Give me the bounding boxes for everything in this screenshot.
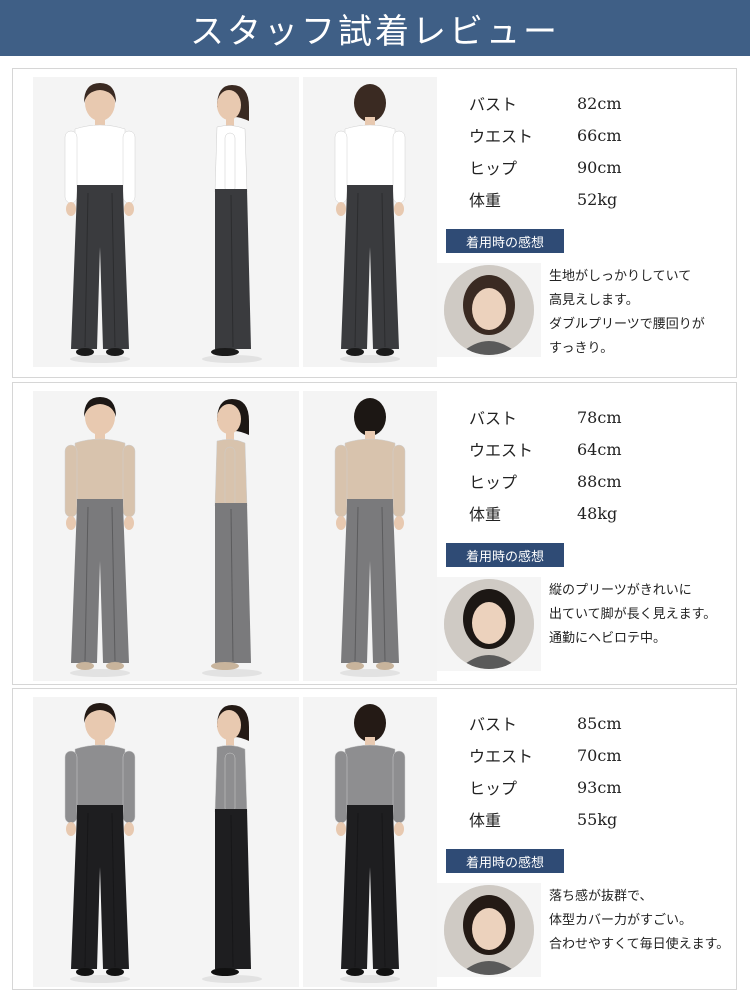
comment-line: 合わせやすくて毎日使えます。 bbox=[549, 937, 730, 952]
model-photo-side bbox=[165, 697, 299, 987]
review-card: バスト 85cm ウエスト 70cm ヒップ 93cm 体重 55kg 着用時の感想落ち感が抜群… bbox=[12, 688, 737, 990]
measurement-value: 70cm bbox=[577, 745, 622, 765]
measurement-label: ウエスト bbox=[469, 441, 534, 460]
avatar-frame bbox=[437, 263, 541, 357]
review-comment: 生地がしっかりしていて 高見えします。ダブルプリーツで腰回りが すっきり。 bbox=[549, 265, 734, 361]
comment-line: 縦のプリーツがきれいに bbox=[549, 583, 692, 598]
impression-badge: 着用時の感想 bbox=[446, 849, 564, 873]
measurement-value: 93cm bbox=[577, 777, 622, 797]
measurement-row: ウエスト 66cm bbox=[469, 119, 622, 151]
review-card: バスト 82cm ウエスト 66cm ヒップ 90cm 体重 52kg 着用時の感想生地がしっか… bbox=[12, 68, 737, 378]
measurement-row: 体重 55kg bbox=[469, 803, 622, 835]
model-photo-back bbox=[303, 77, 437, 367]
avatar-frame bbox=[437, 577, 541, 671]
model-photo-front bbox=[33, 77, 167, 367]
measurement-label: ヒップ bbox=[469, 473, 518, 492]
model-photo-front bbox=[33, 697, 167, 987]
measurement-row: 体重 52kg bbox=[469, 183, 622, 215]
avatar bbox=[444, 265, 534, 355]
body-measurements: バスト 85cm ウエスト 70cm ヒップ 93cm 体重 55kg bbox=[469, 707, 622, 835]
page-title: スタッフ試着レビュー bbox=[0, 0, 750, 56]
impression-badge: 着用時の感想 bbox=[446, 229, 564, 253]
model-photo-side bbox=[165, 77, 299, 367]
comment-line: 体型カバー力がすごい。 bbox=[549, 913, 693, 928]
measurement-row: ウエスト 70cm bbox=[469, 739, 622, 771]
measurement-label: 体重 bbox=[469, 191, 502, 210]
model-photo-back bbox=[303, 391, 437, 681]
measurement-label: 体重 bbox=[469, 505, 502, 524]
measurement-value: 85cm bbox=[577, 713, 622, 733]
comment-line: 高見えします。 bbox=[549, 293, 639, 308]
measurement-label: バスト bbox=[469, 95, 518, 114]
avatar bbox=[444, 579, 534, 669]
model-photo-front bbox=[33, 391, 167, 681]
avatar bbox=[444, 885, 534, 975]
comment-line: 落ち感が抜群で、 bbox=[549, 889, 653, 904]
measurement-label: ヒップ bbox=[469, 779, 518, 798]
review-comment: 縦のプリーツがきれいに出ていて脚が長く見えます。 通勤にヘビロテ中。 bbox=[549, 579, 734, 651]
comment-line: すっきり。 bbox=[549, 341, 614, 356]
measurement-value: 78cm bbox=[577, 407, 622, 427]
measurement-label: ウエスト bbox=[469, 127, 534, 146]
measurement-value: 66cm bbox=[577, 125, 622, 145]
measurement-label: ウエスト bbox=[469, 747, 534, 766]
comment-line: 出ていて脚が長く見えます。 bbox=[549, 607, 717, 622]
measurement-value: 55kg bbox=[577, 809, 618, 829]
avatar-frame bbox=[437, 883, 541, 977]
measurement-row: ヒップ 90cm bbox=[469, 151, 622, 183]
measurement-value: 52kg bbox=[577, 189, 618, 209]
measurement-value: 88cm bbox=[577, 471, 622, 491]
measurement-value: 48kg bbox=[577, 503, 618, 523]
measurement-row: バスト 82cm bbox=[469, 87, 622, 119]
model-photo-back bbox=[303, 697, 437, 987]
comment-line: ダブルプリーツで腰回りが bbox=[549, 317, 705, 332]
measurement-value: 64cm bbox=[577, 439, 622, 459]
measurement-row: バスト 85cm bbox=[469, 707, 622, 739]
measurement-label: バスト bbox=[469, 409, 518, 428]
measurement-row: ウエスト 64cm bbox=[469, 433, 622, 465]
review-card: バスト 78cm ウエスト 64cm ヒップ 88cm 体重 48kg 着用時の感想縦のプリーツ… bbox=[12, 382, 737, 685]
measurement-row: ヒップ 93cm bbox=[469, 771, 622, 803]
model-photo-side bbox=[165, 391, 299, 681]
measurement-label: バスト bbox=[469, 715, 518, 734]
comment-line: 生地がしっかりしていて bbox=[549, 269, 692, 284]
measurement-value: 90cm bbox=[577, 157, 622, 177]
review-comment: 落ち感が抜群で、体型カバー力がすごい。合わせやすくて毎日使えます。 bbox=[549, 885, 734, 957]
impression-badge: 着用時の感想 bbox=[446, 543, 564, 567]
comment-line: 通勤にヘビロテ中。 bbox=[549, 631, 667, 646]
measurement-row: ヒップ 88cm bbox=[469, 465, 622, 497]
measurement-label: ヒップ bbox=[469, 159, 518, 178]
body-measurements: バスト 82cm ウエスト 66cm ヒップ 90cm 体重 52kg bbox=[469, 87, 622, 215]
measurement-row: バスト 78cm bbox=[469, 401, 622, 433]
body-measurements: バスト 78cm ウエスト 64cm ヒップ 88cm 体重 48kg bbox=[469, 401, 622, 529]
measurement-value: 82cm bbox=[577, 93, 622, 113]
measurement-label: 体重 bbox=[469, 811, 502, 830]
measurement-row: 体重 48kg bbox=[469, 497, 622, 529]
